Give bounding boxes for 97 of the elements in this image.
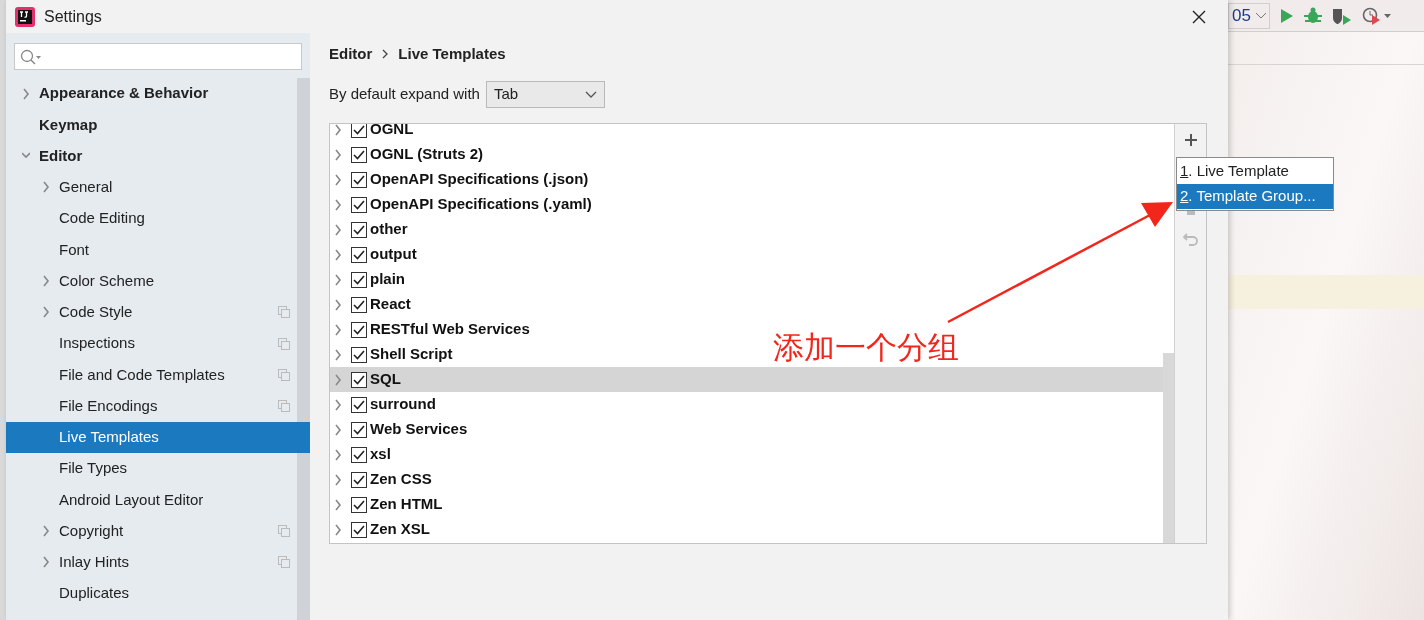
sidebar-item[interactable]: File Encodings [6,390,310,422]
chevron-right-icon[interactable] [334,273,342,286]
chevron-right-icon[interactable] [334,148,342,161]
menu-item[interactable]: 2. Template Group... [1177,184,1333,209]
bug-icon[interactable] [1304,6,1322,25]
chevron-right-icon[interactable] [42,306,50,319]
profiler-icon[interactable] [1362,6,1392,25]
chevron-right-icon[interactable] [334,448,342,461]
template-group-row[interactable]: other [334,217,408,242]
template-group-row[interactable]: xsl [334,442,391,467]
chevron-right-icon[interactable] [334,398,342,411]
checkbox[interactable] [351,321,367,338]
template-group-row[interactable]: Shell Script [334,342,453,367]
chevron-right-icon[interactable] [334,323,342,336]
checkbox[interactable] [351,146,367,163]
sidebar-item[interactable]: Live Templates [6,421,310,453]
chevron-right-icon[interactable] [42,181,50,194]
template-group-row[interactable]: Zen XSL [334,517,430,542]
chevron-right-icon[interactable] [334,373,342,386]
checkbox[interactable] [351,196,367,213]
checkbox[interactable] [351,471,367,488]
checkbox[interactable] [351,371,367,388]
search-icon [20,48,42,65]
checkbox[interactable] [351,124,367,138]
run-icon[interactable] [1280,7,1294,24]
template-group-row[interactable]: OGNL [334,124,414,142]
checkbox[interactable] [351,346,367,363]
expand-with-dropdown[interactable]: Tab [485,81,605,108]
checkbox[interactable] [351,446,367,463]
template-group-row[interactable]: Zen CSS [334,467,432,492]
template-group-row[interactable]: surround [334,392,436,417]
chevron-right-icon [382,49,389,59]
chevron-right-icon[interactable] [334,348,342,361]
template-group-row[interactable]: RESTful Web Services [334,317,530,342]
sidebar-item[interactable]: Android Layout Editor [6,484,310,516]
template-group-row[interactable]: OpenAPI Specifications (.yaml) [334,192,592,217]
template-group-row[interactable]: SQL [334,367,401,392]
breadcrumb-item: Live Templates [398,43,506,64]
chevron-right-icon[interactable] [334,298,342,311]
expand-with-label: By default expand with [329,84,480,105]
checkbox[interactable] [351,521,367,538]
app-logo-icon [15,6,35,27]
chevron-right-icon[interactable] [334,498,342,511]
template-group-row[interactable]: Zen HTML [334,492,443,517]
sidebar-item[interactable]: Code Editing [6,203,310,235]
close-icon[interactable] [1192,9,1206,24]
scrollbar-track[interactable] [297,78,310,620]
sidebar-item[interactable]: Code Style [6,296,310,328]
sidebar-item[interactable]: Inlay Hints [6,546,310,578]
run-config-dropdown[interactable]: 05 [1228,2,1270,29]
sidebar-item[interactable]: Inspections [6,328,310,360]
annotation-text: 添加一个分组 [773,330,959,364]
sidebar-item[interactable]: Font [6,234,310,266]
checkbox[interactable] [351,421,367,438]
sidebar-item[interactable]: File Types [6,453,310,485]
chevron-down-icon [584,90,597,99]
chevron-right-icon[interactable] [334,423,342,436]
search-field[interactable] [14,43,302,70]
checkbox[interactable] [351,496,367,513]
chevron-right-icon[interactable] [334,473,342,486]
window-title: Settings [44,6,102,27]
chevron-right-icon[interactable] [42,556,50,569]
sidebar-item[interactable]: Appearance & Behavior [6,78,310,110]
breadcrumb-item: Editor [329,43,373,64]
chevron-right-icon[interactable] [334,223,342,236]
template-group-row[interactable]: output [334,242,417,267]
sidebar-item[interactable]: Editor [6,140,310,172]
add-icon[interactable] [1183,133,1198,147]
chevron-down-icon [1255,11,1267,20]
sidebar-item[interactable]: Duplicates [6,578,310,610]
scrollbar-thumb[interactable] [1163,353,1174,543]
checkbox[interactable] [351,396,367,413]
sidebar-item[interactable]: Copyright [6,515,310,547]
chevron-right-icon[interactable] [334,173,342,186]
chevron-right-icon[interactable] [334,248,342,261]
template-group-row[interactable]: OpenAPI Specifications (.json) [334,167,589,192]
coverage-icon[interactable] [1332,6,1352,25]
sidebar-item[interactable]: File and Code Templates [6,359,310,391]
sidebar-item[interactable]: Keymap [6,109,310,141]
checkbox[interactable] [351,171,367,188]
checkbox[interactable] [351,221,367,238]
checkbox[interactable] [351,246,367,263]
template-group-row[interactable]: React [334,292,411,317]
sidebar-item[interactable]: Color Scheme [6,265,310,297]
template-group-row[interactable]: OGNL (Struts 2) [334,142,484,167]
chevron-right-icon[interactable] [334,523,342,536]
checkbox[interactable] [351,271,367,288]
chevron-right-icon[interactable] [22,87,30,100]
template-group-row[interactable]: Web Services [334,417,468,442]
chevron-right-icon[interactable] [42,275,50,288]
menu-item[interactable]: 1. Live Template [1177,159,1333,184]
chevron-right-icon[interactable] [42,525,50,538]
chevron-right-icon[interactable] [334,124,342,136]
sidebar-item[interactable]: General [6,171,310,203]
checkbox[interactable] [351,296,367,313]
template-group-row[interactable]: plain [334,267,405,292]
chevron-right-icon[interactable] [334,198,342,211]
